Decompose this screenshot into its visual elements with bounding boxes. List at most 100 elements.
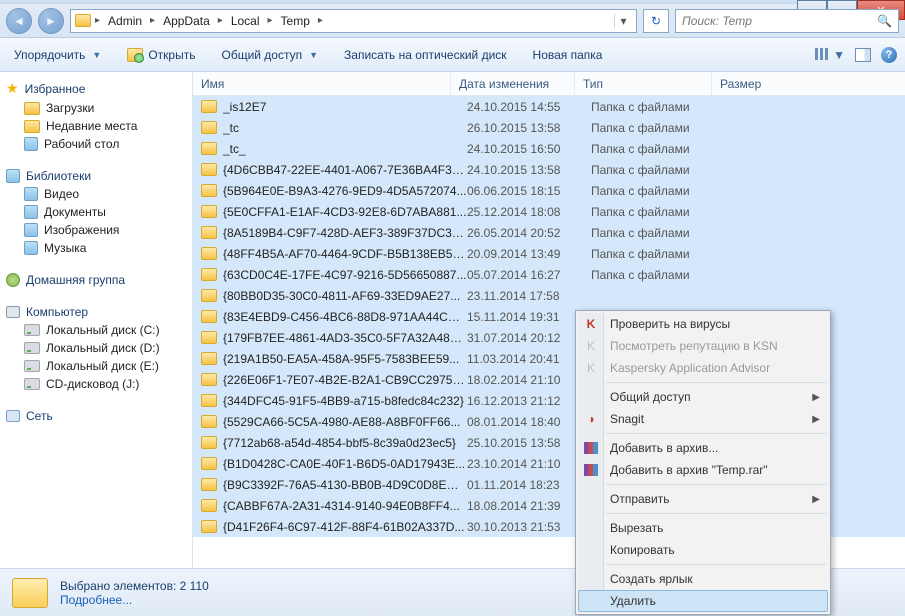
file-row[interactable]: {4D6CBB47-22EE-4401-A067-7E36BA4F37...24… xyxy=(193,159,905,180)
column-name[interactable]: Имя xyxy=(193,72,451,95)
breadcrumb-segment[interactable]: Temp xyxy=(277,14,314,28)
sidebar-libraries[interactable]: Библиотеки xyxy=(6,167,192,185)
folder-icon xyxy=(201,394,217,407)
sidebar-downloads[interactable]: Загрузки xyxy=(6,99,192,117)
sidebar-video[interactable]: Видео xyxy=(6,185,192,203)
open-button[interactable]: Открыть xyxy=(121,45,201,65)
sidebar-computer[interactable]: Компьютер xyxy=(6,303,192,321)
sidebar-network[interactable]: Сеть xyxy=(6,407,192,425)
sidebar-documents[interactable]: Документы xyxy=(6,203,192,221)
file-row[interactable]: {8A5189B4-C9F7-428D-AEF3-389F37DC34...26… xyxy=(193,222,905,243)
submenu-arrow-icon: ▶ xyxy=(812,414,820,425)
chevron-right-icon[interactable]: ▸ xyxy=(316,15,325,26)
winrar-icon xyxy=(583,462,599,478)
file-row[interactable]: {5B964E0E-B9A3-4276-9ED9-4D5A572074...06… xyxy=(193,180,905,201)
ctx-scan-virus[interactable]: KПроверить на вирусы xyxy=(578,313,828,335)
file-date: 25.12.2014 18:08 xyxy=(467,205,591,219)
sidebar-homegroup[interactable]: Домашняя группа xyxy=(6,271,192,289)
sidebar-drive-c[interactable]: Локальный диск (C:) xyxy=(6,321,192,339)
file-row[interactable]: {5E0CFFA1-E1AF-4CD3-92E8-6D7ABA881...25.… xyxy=(193,201,905,222)
details-link[interactable]: Подробнее... xyxy=(60,593,209,607)
ctx-create-shortcut[interactable]: Создать ярлык xyxy=(578,568,828,590)
video-icon xyxy=(24,187,38,201)
column-date[interactable]: Дата изменения xyxy=(451,72,575,95)
ctx-add-archive[interactable]: Добавить в архив... xyxy=(578,437,828,459)
file-type: Папка с файлами xyxy=(591,226,728,240)
file-type: Папка с файлами xyxy=(591,163,728,177)
ctx-share[interactable]: Общий доступ▶ xyxy=(578,386,828,408)
open-icon xyxy=(127,48,143,62)
file-row[interactable]: {63CD0C4E-17FE-4C97-9216-5D56650887...05… xyxy=(193,264,905,285)
documents-icon xyxy=(24,205,38,219)
chevron-right-icon[interactable]: ▸ xyxy=(216,15,225,26)
folder-icon xyxy=(201,373,217,386)
column-size[interactable]: Размер xyxy=(712,72,905,95)
organize-button[interactable]: Упорядочить▼ xyxy=(8,45,107,65)
file-date: 01.11.2014 18:23 xyxy=(467,478,591,492)
ctx-kaa[interactable]: KKaspersky Application Advisor xyxy=(578,357,828,379)
desktop-icon xyxy=(24,137,38,151)
burn-button[interactable]: Записать на оптический диск xyxy=(338,45,513,65)
folder-icon xyxy=(75,14,91,27)
file-row[interactable]: _tc26.10.2015 13:58Папка с файлами xyxy=(193,117,905,138)
file-row[interactable]: _is12E724.10.2015 14:55Папка с файлами xyxy=(193,96,905,117)
ctx-send-to[interactable]: Отправить▶ xyxy=(578,488,828,510)
ctx-ksn[interactable]: KПосмотреть репутацию в KSN xyxy=(578,335,828,357)
folder-icon xyxy=(24,120,40,133)
column-type[interactable]: Тип xyxy=(575,72,712,95)
breadcrumb-segment[interactable]: Local xyxy=(227,14,264,28)
breadcrumb-segment[interactable]: Admin xyxy=(104,14,146,28)
kaspersky-icon: K xyxy=(583,338,599,354)
chevron-right-icon[interactable]: ▸ xyxy=(266,15,275,26)
file-row[interactable]: {48FF4B5A-AF70-4464-9CDF-B5B138EB5B...20… xyxy=(193,243,905,264)
file-name: {179FB7EE-4861-4AD3-35C0-5F7A32A48E... xyxy=(223,331,467,345)
sidebar-music[interactable]: Музыка xyxy=(6,239,192,257)
preview-pane-button[interactable] xyxy=(855,48,871,62)
refresh-button[interactable]: ↻ xyxy=(643,9,669,33)
breadcrumb-segment[interactable]: AppData xyxy=(159,14,214,28)
file-name: {7712ab68-a54d-4854-bbf5-8c39a0d23ec5} xyxy=(223,436,467,450)
file-row[interactable]: {80BB0D35-30C0-4811-AF69-33ED9AE27...23.… xyxy=(193,285,905,306)
share-button[interactable]: Общий доступ▼ xyxy=(215,45,324,65)
file-name: {4D6CBB47-22EE-4401-A067-7E36BA4F37... xyxy=(223,163,467,177)
sidebar-favorites[interactable]: ★Избранное xyxy=(6,78,192,99)
chevron-right-icon[interactable]: ▸ xyxy=(148,15,157,26)
ctx-snagit[interactable]: ◑Snagit▶ xyxy=(578,408,828,430)
sidebar-cd-j[interactable]: CD-дисковод (J:) xyxy=(6,375,192,393)
sidebar-recent[interactable]: Недавние места xyxy=(6,117,192,135)
chevron-right-icon[interactable]: ▸ xyxy=(93,15,102,26)
computer-icon xyxy=(6,306,20,318)
music-icon xyxy=(24,241,38,255)
file-date: 06.06.2015 18:15 xyxy=(467,184,591,198)
file-type: Папка с файлами xyxy=(591,268,728,282)
help-button[interactable]: ? xyxy=(881,47,897,63)
file-date: 08.01.2014 18:40 xyxy=(467,415,591,429)
ctx-cut[interactable]: Вырезать xyxy=(578,517,828,539)
folder-icon xyxy=(201,478,217,491)
view-options-button[interactable]: ▼ xyxy=(815,48,845,62)
sidebar-pictures[interactable]: Изображения xyxy=(6,221,192,239)
address-dropdown[interactable]: ▾ xyxy=(614,14,632,28)
file-name: _tc_ xyxy=(223,142,467,156)
snagit-icon: ◑ xyxy=(583,411,599,427)
new-folder-button[interactable]: Новая папка xyxy=(527,45,609,65)
sidebar-drive-e[interactable]: Локальный диск (E:) xyxy=(6,357,192,375)
forward-button[interactable]: ► xyxy=(38,8,64,34)
drive-icon xyxy=(24,324,40,336)
file-row[interactable]: _tc_24.10.2015 16:50Папка с файлами xyxy=(193,138,905,159)
address-bar[interactable]: ▸ Admin ▸ AppData ▸ Local ▸ Temp ▸ ▾ xyxy=(70,9,637,33)
ctx-copy[interactable]: Копировать xyxy=(578,539,828,561)
back-button[interactable]: ◄ xyxy=(6,8,32,34)
pictures-icon xyxy=(24,223,38,237)
sidebar-drive-d[interactable]: Локальный диск (D:) xyxy=(6,339,192,357)
ctx-delete[interactable]: Удалить xyxy=(578,590,828,612)
folder-icon xyxy=(201,205,217,218)
search-placeholder: Поиск: Temp xyxy=(682,14,752,28)
folder-icon xyxy=(201,289,217,302)
file-date: 18.08.2014 21:39 xyxy=(467,499,591,513)
folder-icon xyxy=(201,100,217,113)
file-name: _tc xyxy=(223,121,467,135)
sidebar-desktop[interactable]: Рабочий стол xyxy=(6,135,192,153)
search-input[interactable]: Поиск: Temp 🔍 xyxy=(675,9,899,33)
ctx-add-archive-temp[interactable]: Добавить в архив "Temp.rar" xyxy=(578,459,828,481)
